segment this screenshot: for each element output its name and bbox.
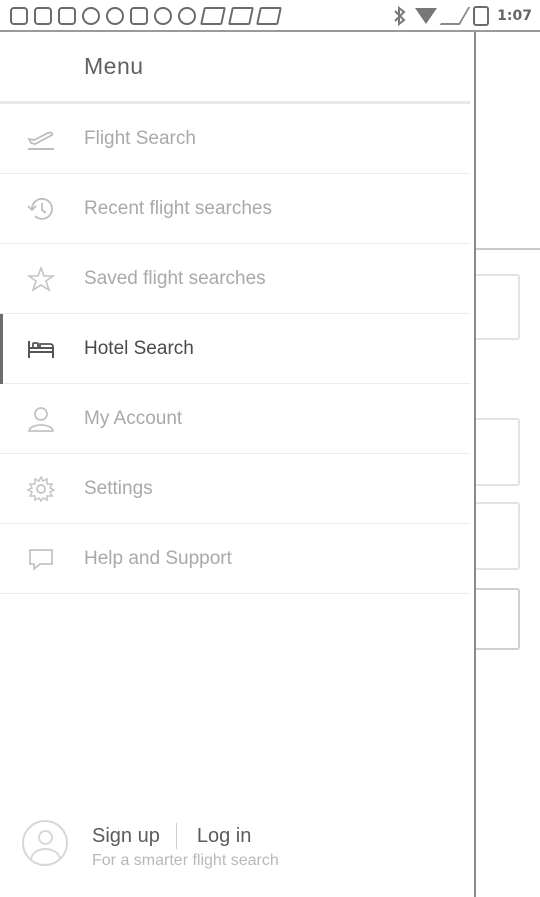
menu-list: Flight Search Recent flight searches Sav… [0,104,470,594]
wrench-icon [178,7,196,25]
sign-up-link[interactable]: Sign up [92,825,160,848]
menu-item-my-account[interactable]: My Account [0,384,470,454]
background-app-content [476,32,540,897]
background-field [476,418,520,486]
menu-item-label: Settings [84,477,153,499]
background-divider [476,248,540,250]
5t-icon [130,7,148,25]
star-icon [26,266,56,292]
footer-tagline: For a smarter flight search [92,852,279,869]
tools-icon [154,7,172,25]
menu-item-label: Flight Search [84,127,196,149]
plane-takeoff-icon [27,131,54,150]
auth-links: Sign up Log in [92,822,251,850]
history-icon [27,197,53,220]
wifi-icon [415,8,438,24]
more-icon [10,7,28,25]
notification-icons [10,6,282,26]
gear-icon [26,476,56,502]
menu-item-hotel-search[interactable]: Hotel Search [0,314,470,384]
menu-item-saved-flight-searches[interactable]: Saved flight searches [0,244,470,314]
navigation-drawer: Menu Flight Search Recent flight searche… [0,32,476,897]
facebook-icon [34,7,52,25]
status-bar: 1:07 [0,0,540,32]
drawer-title: Menu [84,53,144,79]
menu-item-label: Help and Support [84,547,232,569]
menu-item-settings[interactable]: Settings [0,454,470,524]
drawer-footer: Sign up Log in For a smarter flight sear… [0,820,470,880]
log-in-link[interactable]: Log in [197,825,252,848]
menu-item-flight-search[interactable]: Flight Search [0,104,470,174]
leaf-icon [106,7,124,25]
background-field [476,274,520,340]
menu-item-recent-flight-searches[interactable]: Recent flight searches [0,174,470,244]
background-field [476,588,520,650]
menu-item-label: Recent flight searches [84,197,272,219]
drawer-header: Menu [0,32,470,104]
menu-item-label: Hotel Search [84,337,194,359]
skype-icon [256,7,282,25]
background-field [476,502,520,570]
chat-icon [29,549,53,571]
bluetooth-icon [394,6,406,26]
auth-divider [175,823,177,849]
skype-icon [228,7,254,25]
avatar-icon [22,820,68,866]
bed-icon [28,341,54,358]
facebook-icon [58,7,76,25]
person-icon [27,407,55,432]
menu-item-label: Saved flight searches [84,267,266,289]
system-icons: 1:07 [393,6,532,26]
recycle-icon [82,7,100,25]
signal-icon [439,7,471,25]
battery-icon [473,6,490,26]
status-time: 1:07 [497,8,532,24]
menu-item-help-and-support[interactable]: Help and Support [0,524,470,594]
menu-item-label: My Account [84,407,183,429]
skype-icon [200,7,226,25]
